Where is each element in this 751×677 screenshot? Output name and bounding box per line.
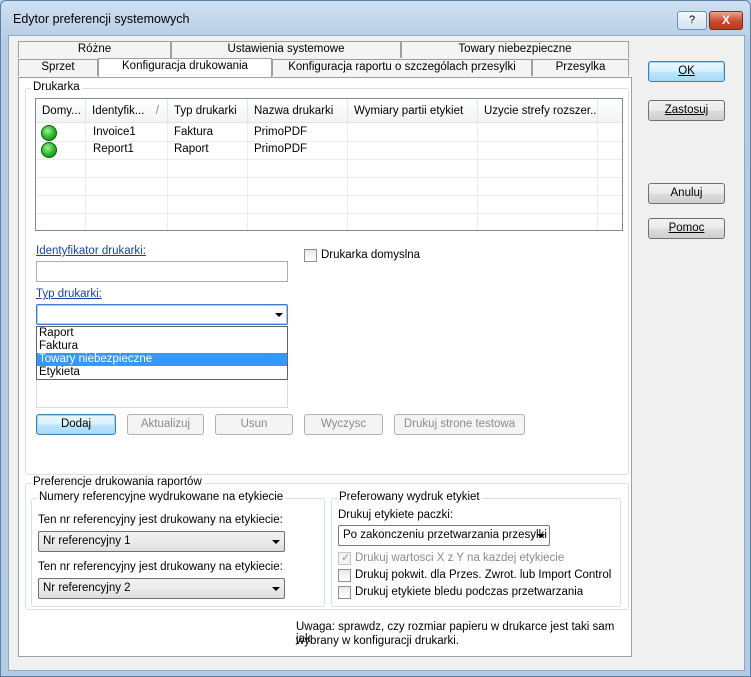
add-button[interactable]: Dodaj [36,414,116,435]
tab-konfiguracja-raportu[interactable]: Konfiguracja raportu o szczególach przes… [272,59,532,76]
col-default[interactable]: Domy... [36,99,86,123]
default-status-green-icon [41,142,57,158]
label-print-group: Preferowany wydruk etykiet Drukuj etykie… [331,491,621,607]
package-label-value: Po zakonczeniu przetwarzania przesylki [343,529,547,541]
tab-przesylka[interactable]: Przesylka [532,59,629,76]
ok-button-label: OK [678,65,695,77]
report-prefs-title: Preferencje drukowania raportów [31,476,204,488]
apply-button[interactable]: Zastosuj [648,100,725,121]
dropdown-option-towary-niebezpieczne[interactable]: Towary niebezpieczne [37,353,287,366]
ref1-select[interactable]: Nr referencyjny 1 [38,531,285,552]
update-button[interactable]: Aktualizuj [127,414,204,435]
dialog-window: Edytor preferencji systemowych ? X Różne… [0,0,751,677]
clear-button[interactable]: Wyczysc [304,414,383,435]
grid-line [36,177,622,178]
ref1-value: Nr referencyjny 1 [43,535,131,547]
print-receipt-checkbox[interactable] [338,569,351,582]
col-identifier-label: Identyfik... [92,105,145,117]
printer-group: Drukarka Domy... Identyfik... / Typ druk… [25,81,629,475]
package-label-label: Drukuj etykiete paczki: [338,509,454,521]
ok-button[interactable]: OK [648,61,725,82]
printer-type-label-text: Typ drukarki: [36,288,102,300]
checkmark-icon: ✓ [341,552,351,564]
tab-towary-niebezpieczne[interactable]: Towary niebezpieczne [401,41,629,58]
row-identifier: Report1 [93,143,134,155]
col-label-dimensions[interactable]: Wymiary partii etykiet [348,99,478,123]
printer-id-label-text: Identyfikator drukarki: [36,245,146,257]
row-name: PrimoPDF [254,126,308,138]
table-row[interactable]: Invoice1 Faktura PrimoPDF [36,124,622,141]
dropdown-option-etykieta[interactable]: Etykieta [37,366,287,379]
title-bar[interactable]: Edytor preferencji systemowych ? X [1,1,750,35]
help-button[interactable]: Pomoc [648,218,725,239]
row-type: Faktura [174,126,213,138]
help-title-button[interactable]: ? [677,11,707,30]
ref2-select[interactable]: Nr referencyjny 2 [38,578,285,599]
printer-group-title: Drukarka [31,81,82,93]
grid-line [36,213,622,214]
default-printer-label: Drukarka domyslna [321,249,421,261]
row-name: PrimoPDF [254,143,308,155]
col-printer-name[interactable]: Nazwa drukarki [248,99,348,123]
label-print-title: Preferowany wydruk etykiet [337,491,482,503]
printer-type-select[interactable] [36,304,288,325]
dropdown-shadow-area [36,380,288,408]
default-printer-checkbox[interactable] [304,249,317,262]
print-error-label: Drukuj etykiete bledu podczas przetwarza… [355,586,584,598]
print-error-label-checkbox[interactable] [338,586,351,599]
ref1-label: Ten nr referencyjny jest drukowany na et… [38,514,283,526]
tab-rozne[interactable]: Różne [18,41,171,58]
dialog-client: Różne Ustawienia systemowe Towary niebez… [8,35,745,671]
tab-ustawienia-systemowe[interactable]: Ustawienia systemowe [171,41,401,58]
grid-line [36,159,622,160]
col-identifier[interactable]: Identyfik... / [86,99,168,123]
col-printer-type[interactable]: Typ drukarki [168,99,248,123]
ref-numbers-title: Numery referencyjne wydrukowane na etyki… [37,491,286,503]
chevron-down-icon [272,540,280,544]
default-status-green-icon [41,125,57,141]
note-line-2: wybrany w konfiguracji drukarki. [296,635,459,647]
chevron-down-icon [537,534,545,538]
printer-list-header: Domy... Identyfik... / Typ drukarki Nazw… [36,99,622,123]
print-receipt-label: Drukuj pokwit. dla Przes. Zwrot. lub Imp… [355,569,612,581]
col-extended-zone[interactable]: Uzycie strefy rozszer... [478,99,598,123]
chevron-down-icon [272,587,280,591]
sort-indicator-icon: / [155,105,159,117]
window-title: Edytor preferencji systemowych [13,12,190,26]
table-row[interactable]: Report1 Raport PrimoPDF [36,141,622,158]
ref2-label: Ten nr referencyjny jest drukowany na et… [38,561,283,573]
row-type: Raport [174,143,209,155]
tab-panel-print-config: Drukarka Domy... Identyfik... / Typ druk… [18,77,632,657]
printer-id-label: Identyfikator drukarki: [36,245,146,257]
print-xy-checkbox[interactable]: ✓ [338,552,351,565]
dropdown-option-raport[interactable]: Raport [37,327,287,340]
chevron-down-icon [275,313,283,317]
ref2-value: Nr referencyjny 2 [43,582,131,594]
printer-list[interactable]: Domy... Identyfik... / Typ drukarki Nazw… [35,98,623,231]
print-test-page-button[interactable]: Drukuj strone testowa [394,414,525,435]
ref-numbers-group: Numery referencyjne wydrukowane na etyki… [31,491,325,607]
cancel-button[interactable]: Anuluj [648,183,725,204]
tab-konfiguracja-drukowania[interactable]: Konfiguracja drukowania [98,58,272,77]
row-identifier: Invoice1 [93,126,136,138]
printer-id-input[interactable] [36,261,288,282]
printer-type-dropdown[interactable]: Raport Faktura Towary niebezpieczne Etyk… [36,326,288,380]
help-button-label: Pomoc [668,222,705,234]
delete-button[interactable]: Usun [215,414,293,435]
report-prefs-group: Preferencje drukowania raportów Numery r… [25,476,629,610]
dropdown-option-faktura[interactable]: Faktura [37,340,287,353]
package-label-select[interactable]: Po zakonczeniu przetwarzania przesylki [338,525,550,546]
printer-type-label: Typ drukarki: [36,288,102,300]
close-button[interactable]: X [709,11,743,30]
apply-button-label: Zastosuj [664,104,709,116]
tab-sprzet[interactable]: Sprzet [18,59,98,76]
grid-line [36,195,622,196]
print-xy-label: Drukuj wartosci X z Y na kazdej etykieci… [355,552,565,564]
